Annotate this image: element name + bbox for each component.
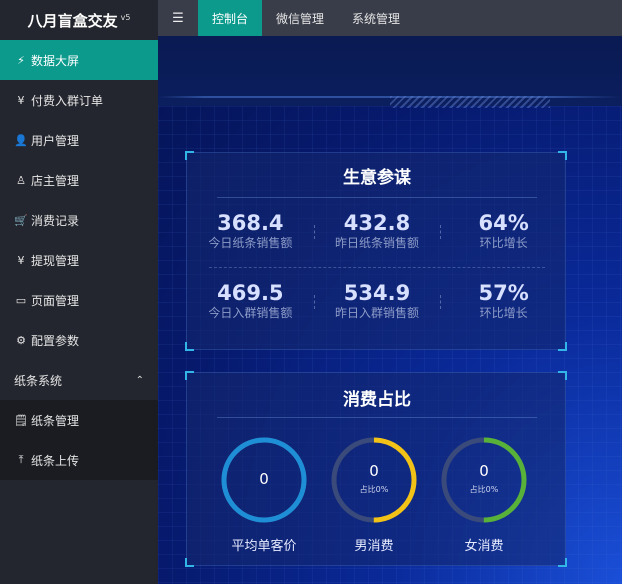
top-tab-0[interactable]: 控制台 xyxy=(198,0,263,36)
sidebar-group-label: 纸条系统 xyxy=(14,373,63,388)
yen-icon: ¥ xyxy=(17,253,25,267)
gauge-1: 0 占比0% 男消费 xyxy=(329,435,419,555)
decorative-stripe xyxy=(390,96,550,108)
sidebar-subitem-1[interactable]: ⤒ 纸条上传 xyxy=(0,440,158,480)
gauge-2: 0 占比0% 女消费 xyxy=(439,435,529,555)
sidebar-group-note-system[interactable]: 纸条系统 ⌃ xyxy=(0,360,158,400)
business-panel: 生意参谋 368.4 今日纸条销售额 432.8 昨日纸条销售额 64% 环比增… xyxy=(185,151,567,351)
sidebar-item-5[interactable]: ¥ 提现管理 xyxy=(0,240,158,280)
stat-value: 64% xyxy=(478,211,529,235)
yen-circle-icon: ¥ xyxy=(17,93,25,107)
corner-decoration xyxy=(558,151,567,160)
corner-decoration xyxy=(185,371,194,380)
top-tab-1[interactable]: 微信管理 xyxy=(262,0,338,36)
sidebar-item-6[interactable]: ▭ 页面管理 xyxy=(0,280,158,320)
brand-version: v5 xyxy=(120,12,131,22)
stat-value: 432.8 xyxy=(343,211,411,235)
stat-value: 57% xyxy=(478,281,529,305)
gauge-ratio: 占比0% xyxy=(469,485,499,494)
corner-decoration xyxy=(558,558,567,567)
sidebar-item-7[interactable]: ⚙ 配置参数 xyxy=(0,320,158,360)
corner-decoration xyxy=(185,558,194,567)
sidebar-subitem-0[interactable]: 🗒 纸条管理 xyxy=(0,400,158,440)
sidebar-item-label: 用户管理 xyxy=(31,133,80,148)
gear-icon: ⚙ xyxy=(16,333,26,347)
stat-label: 昨日纸条销售额 xyxy=(335,236,420,250)
sidebar-item-2[interactable]: 👤 用户管理 xyxy=(0,120,158,160)
dashboard-main: 生意参谋 368.4 今日纸条销售额 432.8 昨日纸条销售额 64% 环比增… xyxy=(158,36,622,584)
consumption-panel: 消费占比 0 平均单客价 0 占比0% 男消费 0 占比0% 女消费 xyxy=(185,371,567,567)
gauge-label: 女消费 xyxy=(464,539,504,554)
stat-notes-growth: 64% 环比增长 xyxy=(440,211,567,251)
stat-today-notes: 368.4 今日纸条销售额 xyxy=(187,211,314,251)
sidebar-subitem-label: 纸条上传 xyxy=(31,453,80,468)
stat-label: 今日入群销售额 xyxy=(208,306,293,320)
top-nav-bar: ☰ 控制台 微信管理 系统管理 xyxy=(158,0,622,36)
menu-toggle-icon[interactable]: ☰ xyxy=(158,0,198,36)
sidebar-item-label: 消费记录 xyxy=(31,213,80,228)
sidebar-item-label: 数据大屏 xyxy=(31,53,80,68)
stat-label: 环比增长 xyxy=(479,306,528,320)
sidebar-item-label: 配置参数 xyxy=(31,333,80,348)
cart-icon: 🛒 xyxy=(14,213,28,227)
business-title: 生意参谋 xyxy=(343,168,411,188)
stat-value: 469.5 xyxy=(217,281,284,305)
lightning-icon: ⚡ xyxy=(17,53,25,67)
consumption-title: 消费占比 xyxy=(343,390,411,410)
gauge-ring xyxy=(441,437,527,523)
top-tab-2[interactable]: 系统管理 xyxy=(338,0,414,36)
corner-decoration xyxy=(558,342,567,351)
corner-decoration xyxy=(185,151,194,160)
stat-value: 368.4 xyxy=(217,211,284,235)
stats-row-notes: 368.4 今日纸条销售额 432.8 昨日纸条销售额 64% 环比增长 xyxy=(187,211,567,251)
users-icon: ♙ xyxy=(16,173,26,187)
brand-name: 八月盲盒交友 xyxy=(27,11,118,30)
upload-icon: ⤒ xyxy=(18,453,24,466)
stat-value: 534.9 xyxy=(343,281,411,305)
stat-today-groups: 469.5 今日入群销售额 xyxy=(187,281,314,321)
sidebar-item-label: 页面管理 xyxy=(31,293,80,308)
stat-label: 今日纸条销售额 xyxy=(208,236,293,250)
window-icon: ▭ xyxy=(15,293,27,307)
sidebar: 八月盲盒交友 v5 ⚡ 数据大屏 ¥ 付费入群订单 👤 用户管理 ♙ 店主管理 🛒 消费记录 ¥ 提现… xyxy=(0,0,158,584)
gauge-ratio: 占比0% xyxy=(359,485,389,494)
sidebar-item-label: 店主管理 xyxy=(31,173,80,188)
stats-row-groups: 469.5 今日入群销售额 534.9 昨日入群销售额 57% 环比增长 xyxy=(187,281,567,321)
gauge-value: 0 xyxy=(369,462,379,480)
title-underline xyxy=(217,417,537,418)
stat-groups-growth: 57% 环比增长 xyxy=(440,281,567,321)
sidebar-item-3[interactable]: ♙ 店主管理 xyxy=(0,160,158,200)
gauge-value: 0 xyxy=(479,462,489,480)
sidebar-item-4[interactable]: 🛒 消费记录 xyxy=(0,200,158,240)
stat-label: 环比增长 xyxy=(479,236,528,250)
stat-label: 昨日入群销售额 xyxy=(335,306,420,320)
gauge-label: 男消费 xyxy=(354,539,394,554)
gauge-0: 0 平均单客价 xyxy=(219,435,309,555)
corner-decoration xyxy=(185,342,194,351)
title-underline xyxy=(217,197,537,198)
stat-yesterday-notes: 432.8 昨日纸条销售额 xyxy=(313,211,441,251)
sidebar-item-label: 提现管理 xyxy=(31,253,80,268)
stat-yesterday-groups: 534.9 昨日入群销售额 xyxy=(313,281,441,321)
sidebar-sub-list: 🗒 纸条管理 ⤒ 纸条上传 xyxy=(0,400,158,480)
gauge-value: 0 xyxy=(259,470,269,488)
sidebar-item-0[interactable]: ⚡ 数据大屏 xyxy=(0,40,158,80)
sidebar-item-label: 付费入群订单 xyxy=(31,93,104,108)
gauge-ring xyxy=(331,437,417,523)
gauge-label: 平均单客价 xyxy=(231,539,297,554)
user-icon: 👤 xyxy=(14,133,28,147)
row-separator xyxy=(209,267,545,268)
corner-decoration xyxy=(558,371,567,380)
note-icon: 🗒 xyxy=(14,413,28,427)
sidebar-subitem-label: 纸条管理 xyxy=(31,413,80,428)
brand: 八月盲盒交友 v5 xyxy=(0,0,158,40)
chevron-up-icon: ⌃ xyxy=(135,374,144,386)
sidebar-item-1[interactable]: ¥ 付费入群订单 xyxy=(0,80,158,120)
